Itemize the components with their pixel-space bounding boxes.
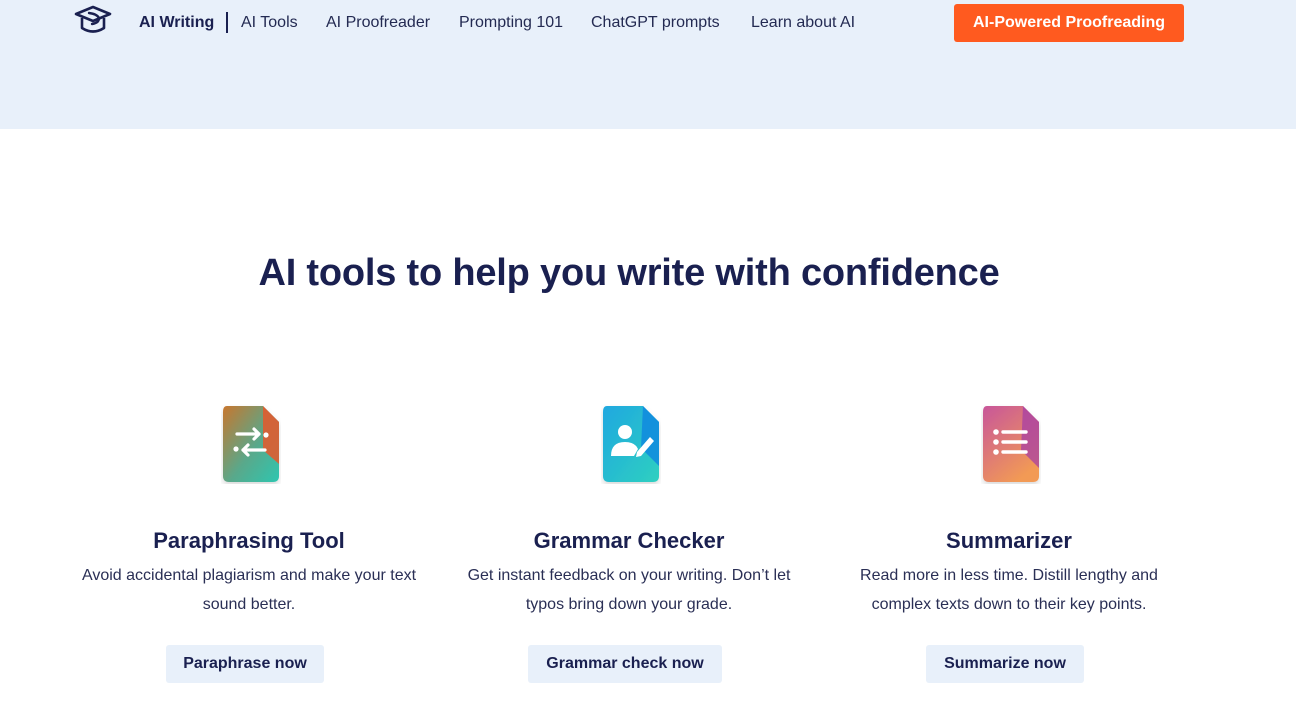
- grammar-person-pen-icon: [603, 406, 659, 482]
- nav-link-chatgpt-prompts[interactable]: ChatGPT prompts: [591, 14, 720, 32]
- section-headline: AI tools to help you write with confiden…: [258, 252, 1000, 294]
- tool-description: Read more in less time. Distill lengthy …: [860, 567, 1158, 613]
- nav-link-ai-proofreader[interactable]: AI Proofreader: [326, 14, 430, 32]
- tool-card-paraphrasing: Paraphrasing Tool Avoid accidental plagi…: [59, 400, 439, 700]
- ai-proofreading-cta-button[interactable]: AI-Powered Proofreading: [954, 4, 1184, 42]
- nav-divider: [226, 12, 228, 33]
- tool-card-summarizer: Summarizer Read more in less time. Disti…: [819, 400, 1199, 700]
- tool-description: Get instant feedback on your writing. Do…: [467, 567, 791, 613]
- tool-title: Summarizer: [946, 528, 1072, 553]
- nav-link-ai-tools[interactable]: AI Tools: [241, 14, 298, 32]
- tool-description: Avoid accidental plagiarism and make you…: [81, 567, 417, 613]
- graduation-cap-logo-icon[interactable]: [72, 4, 114, 40]
- tool-card-grammar: Grammar Checker Get instant feedback on …: [439, 400, 819, 700]
- tool-title: Paraphrasing Tool: [153, 528, 345, 553]
- paraphrase-arrows-icon: [223, 406, 279, 482]
- grammar-check-now-button[interactable]: Grammar check now: [528, 645, 722, 683]
- top-navigation: AI Writing AI Tools AI Proofreader Promp…: [0, 0, 1296, 46]
- tool-title: Grammar Checker: [533, 528, 725, 553]
- summarizer-list-icon: [983, 406, 1039, 482]
- paraphrase-now-button[interactable]: Paraphrase now: [166, 645, 324, 683]
- nav-link-prompting-101[interactable]: Prompting 101: [459, 14, 563, 32]
- nav-brand[interactable]: AI Writing: [139, 14, 214, 32]
- summarize-now-button[interactable]: Summarize now: [926, 645, 1084, 683]
- nav-link-learn-about-ai[interactable]: Learn about AI: [751, 14, 855, 32]
